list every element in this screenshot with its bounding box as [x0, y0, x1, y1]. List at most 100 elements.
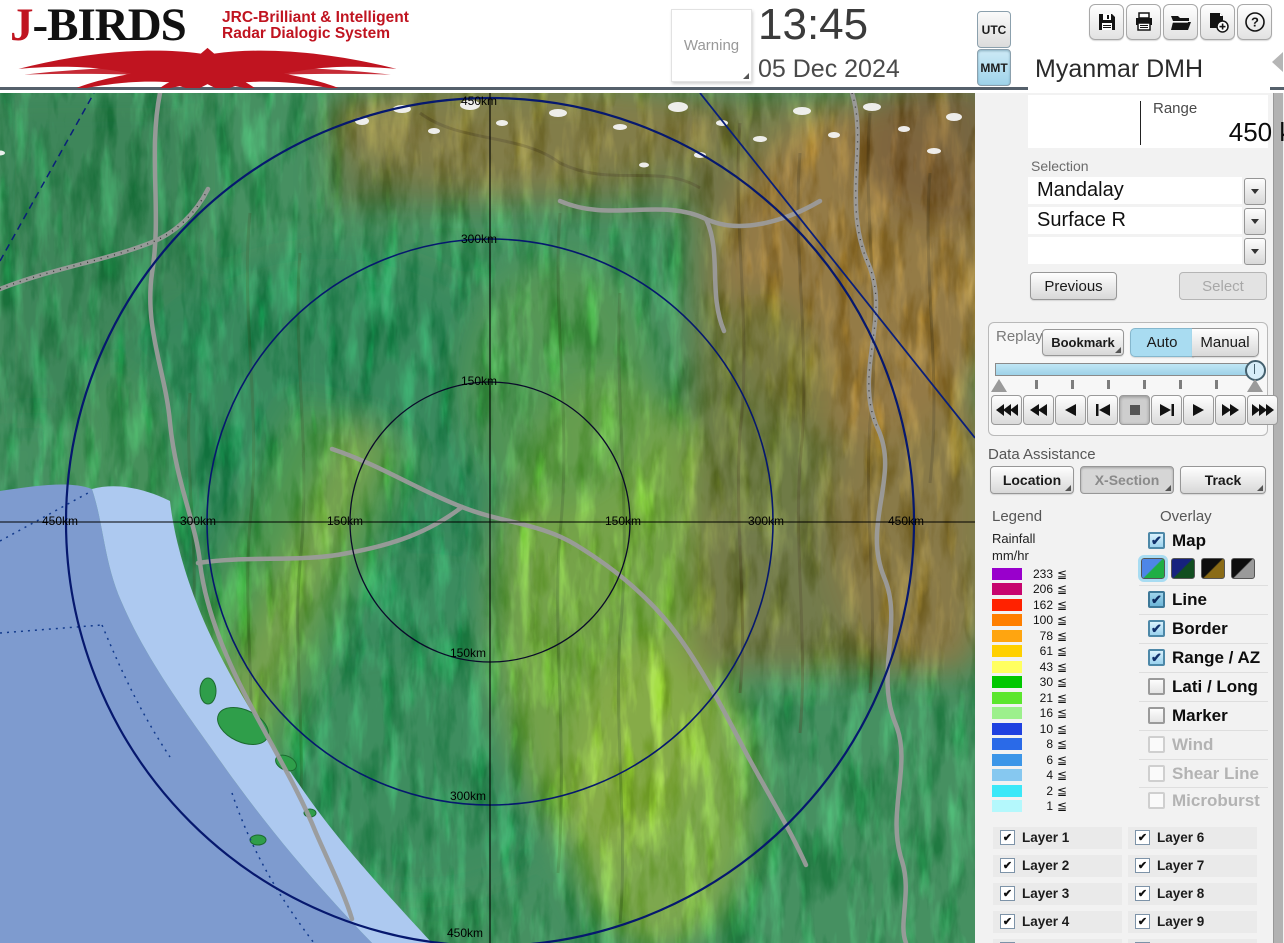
auto-button[interactable]: Auto: [1130, 328, 1194, 357]
export-button[interactable]: [1200, 4, 1235, 40]
overlay-item-marker[interactable]: Marker: [1139, 705, 1269, 729]
radar-map[interactable]: 450km 300km 150km 150km 300km 450km 450k…: [0, 93, 975, 943]
replay-slider[interactable]: [995, 360, 1266, 381]
fastest-forward-icon: [1251, 404, 1274, 416]
lte-symbol: ≦: [1057, 706, 1068, 720]
legend-entry: 21 ≦: [992, 691, 1102, 705]
divider: [1139, 672, 1268, 673]
stop-button[interactable]: [1119, 395, 1150, 425]
ring-label-bottom-300: 300km: [450, 789, 487, 803]
overlay-item-border[interactable]: ✔ Border: [1139, 618, 1269, 642]
save-button[interactable]: [1089, 4, 1124, 40]
map-style-black-olive[interactable]: [1201, 558, 1225, 579]
legend-swatch: [992, 692, 1022, 704]
map-style-blue-green[interactable]: [1138, 555, 1168, 582]
layer-9-row[interactable]: ✔ Layer 9: [1128, 911, 1257, 933]
previous-button[interactable]: Previous: [1030, 272, 1117, 300]
fast-rewind-button[interactable]: [1023, 395, 1054, 425]
tick: [1215, 380, 1218, 389]
layer-3-checkbox[interactable]: ✔: [1000, 886, 1015, 901]
layer-4-checkbox[interactable]: ✔: [1000, 914, 1015, 929]
layer-8-checkbox[interactable]: ✔: [1135, 886, 1150, 901]
play-button[interactable]: [1183, 395, 1214, 425]
track-button[interactable]: Track: [1180, 466, 1266, 494]
layer-4-row[interactable]: ✔ Layer 4: [993, 911, 1122, 933]
lte-symbol: ≦: [1057, 768, 1068, 782]
eagle-icon: [18, 47, 397, 88]
layer-1-row[interactable]: ✔ Layer 1: [993, 827, 1122, 849]
fast-forward-button[interactable]: [1215, 395, 1246, 425]
slider-start-marker[interactable]: [991, 379, 1007, 392]
layer-6-row[interactable]: ✔ Layer 6: [1128, 827, 1257, 849]
location-button[interactable]: Location: [990, 466, 1074, 494]
lati-long-checkbox[interactable]: [1148, 678, 1165, 695]
range-az-checkbox[interactable]: ✔: [1148, 649, 1165, 666]
legend-swatch: [992, 785, 1022, 797]
open-button[interactable]: [1163, 4, 1198, 40]
legend-value: 30: [1039, 675, 1053, 689]
bookmark-button[interactable]: Bookmark: [1042, 329, 1124, 356]
extra-field[interactable]: [1028, 237, 1242, 264]
chevron-down-icon: [1251, 219, 1259, 224]
layer-1-checkbox[interactable]: ✔: [1000, 830, 1015, 845]
manual-button[interactable]: Manual: [1192, 328, 1259, 357]
legend-value: 233: [1032, 567, 1053, 581]
select-button[interactable]: Select: [1179, 272, 1267, 300]
replay-slider-handle[interactable]: [1245, 360, 1266, 381]
layer-6-checkbox[interactable]: ✔: [1135, 830, 1150, 845]
legend-value: 8: [1046, 737, 1053, 751]
map-style-black-gray[interactable]: [1231, 558, 1255, 579]
site-field[interactable]: Mandalay: [1028, 177, 1242, 204]
layer-7-checkbox[interactable]: ✔: [1135, 858, 1150, 873]
layer-9-checkbox[interactable]: ✔: [1135, 914, 1150, 929]
step-forward-button[interactable]: [1151, 395, 1182, 425]
xsection-button[interactable]: X-Section: [1080, 466, 1174, 494]
marker-checkbox[interactable]: [1148, 707, 1165, 724]
divider: [1139, 614, 1268, 615]
selection-label: Selection: [1031, 158, 1089, 174]
panel-collapse-arrow[interactable]: [1272, 52, 1283, 72]
border-checkbox[interactable]: ✔: [1148, 620, 1165, 637]
legend-entry: 6 ≦: [992, 753, 1102, 767]
layer-2-row[interactable]: ✔ Layer 2: [993, 855, 1122, 877]
lte-symbol: ≦: [1057, 799, 1068, 813]
product-dropdown-button[interactable]: [1244, 208, 1266, 235]
layer-3-row[interactable]: ✔ Layer 3: [993, 883, 1122, 905]
play-reverse-button[interactable]: [1055, 395, 1086, 425]
map-checkbox[interactable]: ✔: [1148, 532, 1165, 549]
legend-entry: 30 ≦: [992, 675, 1102, 689]
range-box: Range 450 km: [1028, 95, 1284, 148]
tick: [1107, 380, 1110, 389]
extra-dropdown-button[interactable]: [1244, 238, 1266, 265]
lte-symbol: ≦: [1057, 722, 1068, 736]
warning-button[interactable]: Warning: [671, 9, 752, 82]
fastest-rewind-button[interactable]: [991, 395, 1022, 425]
overlay-label: Overlay: [1160, 508, 1212, 525]
tick: [1035, 380, 1038, 389]
overlay-item-line[interactable]: ✔ Line: [1139, 589, 1269, 613]
divider: [1139, 787, 1268, 788]
product-field[interactable]: Surface R: [1028, 207, 1242, 234]
microburst-checkbox: [1148, 792, 1165, 809]
slider-end-marker[interactable]: [1247, 379, 1263, 392]
help-button[interactable]: ?: [1237, 4, 1272, 40]
print-button[interactable]: [1126, 4, 1161, 40]
legend-entry: 206 ≦: [992, 582, 1102, 596]
utc-button[interactable]: UTC: [977, 11, 1011, 48]
legend-swatch: [992, 645, 1022, 657]
fastest-forward-button[interactable]: [1247, 395, 1278, 425]
layer-2-checkbox[interactable]: ✔: [1000, 858, 1015, 873]
layer-7-row[interactable]: ✔ Layer 7: [1128, 855, 1257, 877]
layer-8-row[interactable]: ✔ Layer 8: [1128, 883, 1257, 905]
mmt-button[interactable]: MMT: [977, 49, 1011, 86]
panel-scrollbar[interactable]: [1273, 93, 1283, 943]
step-back-button[interactable]: [1087, 395, 1118, 425]
overlay-item-range-az[interactable]: ✔ Range / AZ: [1139, 647, 1269, 671]
map-style-navy-darkgreen[interactable]: [1171, 558, 1195, 579]
line-checkbox[interactable]: ✔: [1148, 591, 1165, 608]
overlay-item-lati-long[interactable]: Lati / Long: [1139, 676, 1269, 700]
legend-entry: 61 ≦: [992, 644, 1102, 658]
site-dropdown-button[interactable]: [1244, 178, 1266, 205]
play-icon: [1193, 404, 1204, 416]
overlay-item-map[interactable]: ✔ Map: [1139, 530, 1269, 554]
